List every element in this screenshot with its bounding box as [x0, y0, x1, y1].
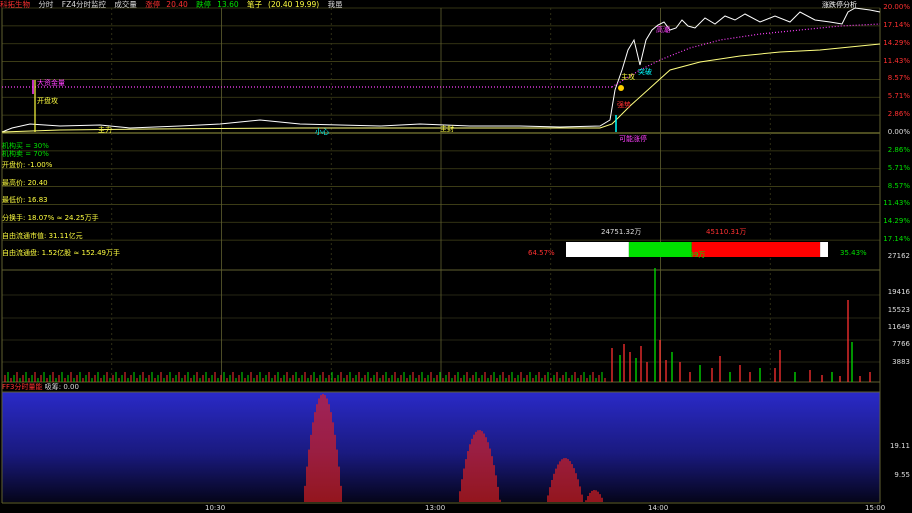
axis-pct-down: 2.86%	[887, 145, 910, 154]
stock-name[interactable]: 科拓生物	[0, 0, 30, 9]
time-tick: 13:00	[425, 504, 446, 512]
warn-label: 可能涨停	[619, 135, 647, 143]
limit-analysis-link[interactable]: 涨跌停分析	[822, 0, 857, 10]
extra-label: 我虽	[327, 0, 343, 9]
flow-bar-segment	[691, 242, 821, 257]
axis-volume: 11649	[887, 323, 910, 331]
intraday-chart[interactable]	[0, 0, 912, 513]
axis-pct-up: 14.29%	[883, 38, 910, 47]
open-attack-label: 开盘攻	[37, 97, 58, 105]
info-item: 开盘价: -1.00%	[2, 161, 53, 169]
sub-panel-value: 吸筹: 0.00	[44, 383, 79, 391]
flow-buy-amount: 24751.32万	[601, 228, 642, 236]
axis-pct-up: 0.00%	[887, 128, 910, 136]
info-item: 分换手: 18.07% ≈ 24.25万手	[2, 214, 99, 222]
axis-pct-up: 2.86%	[887, 110, 910, 119]
limit-down-label: 跌停	[196, 0, 212, 9]
axis-pct-down: 17.14%	[883, 235, 910, 244]
indicator-name[interactable]: FZ4分时监控	[62, 0, 106, 9]
axis-pct-up: 20.00%	[883, 3, 910, 11]
axis-pct-down: 8.57%	[887, 181, 910, 190]
axis-volume: 3883	[892, 358, 910, 366]
info-item: 自由流通市值: 31.11亿元	[2, 232, 83, 240]
flow-bar-segment	[566, 242, 629, 257]
axis-pct-up: 8.57%	[887, 74, 910, 83]
peak-label: 高潮	[656, 26, 670, 34]
flow-right-pct: 35.43%	[840, 249, 867, 257]
axis-pct-down: 11.43%	[883, 199, 910, 208]
sub-panel-name[interactable]: FF3分时量能	[2, 383, 43, 391]
entry-label: 主攻	[621, 73, 635, 81]
entry-dot	[618, 85, 624, 91]
limit-down-value: 13.60	[217, 0, 239, 9]
axis-pct-down: 5.71%	[887, 163, 910, 172]
time-tick: 14:00	[648, 504, 669, 512]
axis-volume: 7766	[892, 340, 910, 348]
time-tick: 15:00	[865, 504, 886, 512]
view-mode[interactable]: 分时	[38, 0, 53, 9]
axis-pct-up: 5.71%	[887, 92, 910, 101]
header-bar: 科拓生物 分时 FZ4分时监控 成交量 涨停 20.40 跌停 13.60 笔子 (2…	[0, 0, 880, 10]
info-item: 最低价: 16.83	[2, 196, 48, 204]
flag-value: (20.40 19.99)	[268, 0, 320, 9]
axis-pct-down: 14.29%	[883, 217, 910, 226]
attack-label: 强势	[617, 101, 631, 109]
axis-indicator: 9.55	[894, 471, 910, 479]
sub-panel-bg	[2, 392, 880, 502]
signal-zhuli-label: 主力	[98, 126, 112, 134]
axis-volume: 15523	[887, 306, 910, 314]
flow-bar-segment	[820, 242, 828, 257]
flow-mid-amount: 28236.99万	[665, 251, 706, 259]
info-item: 机构卖 = 70%	[2, 150, 49, 158]
big-order-label: 大资金量	[37, 79, 65, 87]
flow-left-pct: 64.57%	[528, 249, 555, 257]
axis-pct-up: 17.14%	[883, 20, 910, 29]
limit-up-label: 涨停	[145, 0, 161, 9]
axis-volume: 19416	[887, 288, 910, 296]
axis-pct-up: 11.43%	[883, 56, 910, 65]
signal-zhuli2-label: 主封	[440, 125, 454, 133]
sub-panel-title: FF3分时量能 吸筹: 0.00	[2, 382, 79, 392]
axis-volume: 27162	[887, 252, 910, 260]
info-item: 自由流通盘: 1.52亿股 ≈ 152.49万手	[2, 249, 120, 257]
signal-xiaoxin-label: 小心	[315, 128, 329, 136]
flag-label: 笔子	[247, 0, 263, 9]
limit-up-value: 20.40	[166, 0, 188, 9]
info-item: 最高价: 20.40	[2, 179, 48, 187]
time-tick: 10:30	[205, 504, 226, 512]
volume-label: 成交量	[114, 0, 137, 9]
breakout-label: 突破	[638, 68, 652, 76]
flow-sell-amount: 45110.31万	[706, 228, 747, 236]
axis-indicator: 19.11	[889, 442, 910, 450]
